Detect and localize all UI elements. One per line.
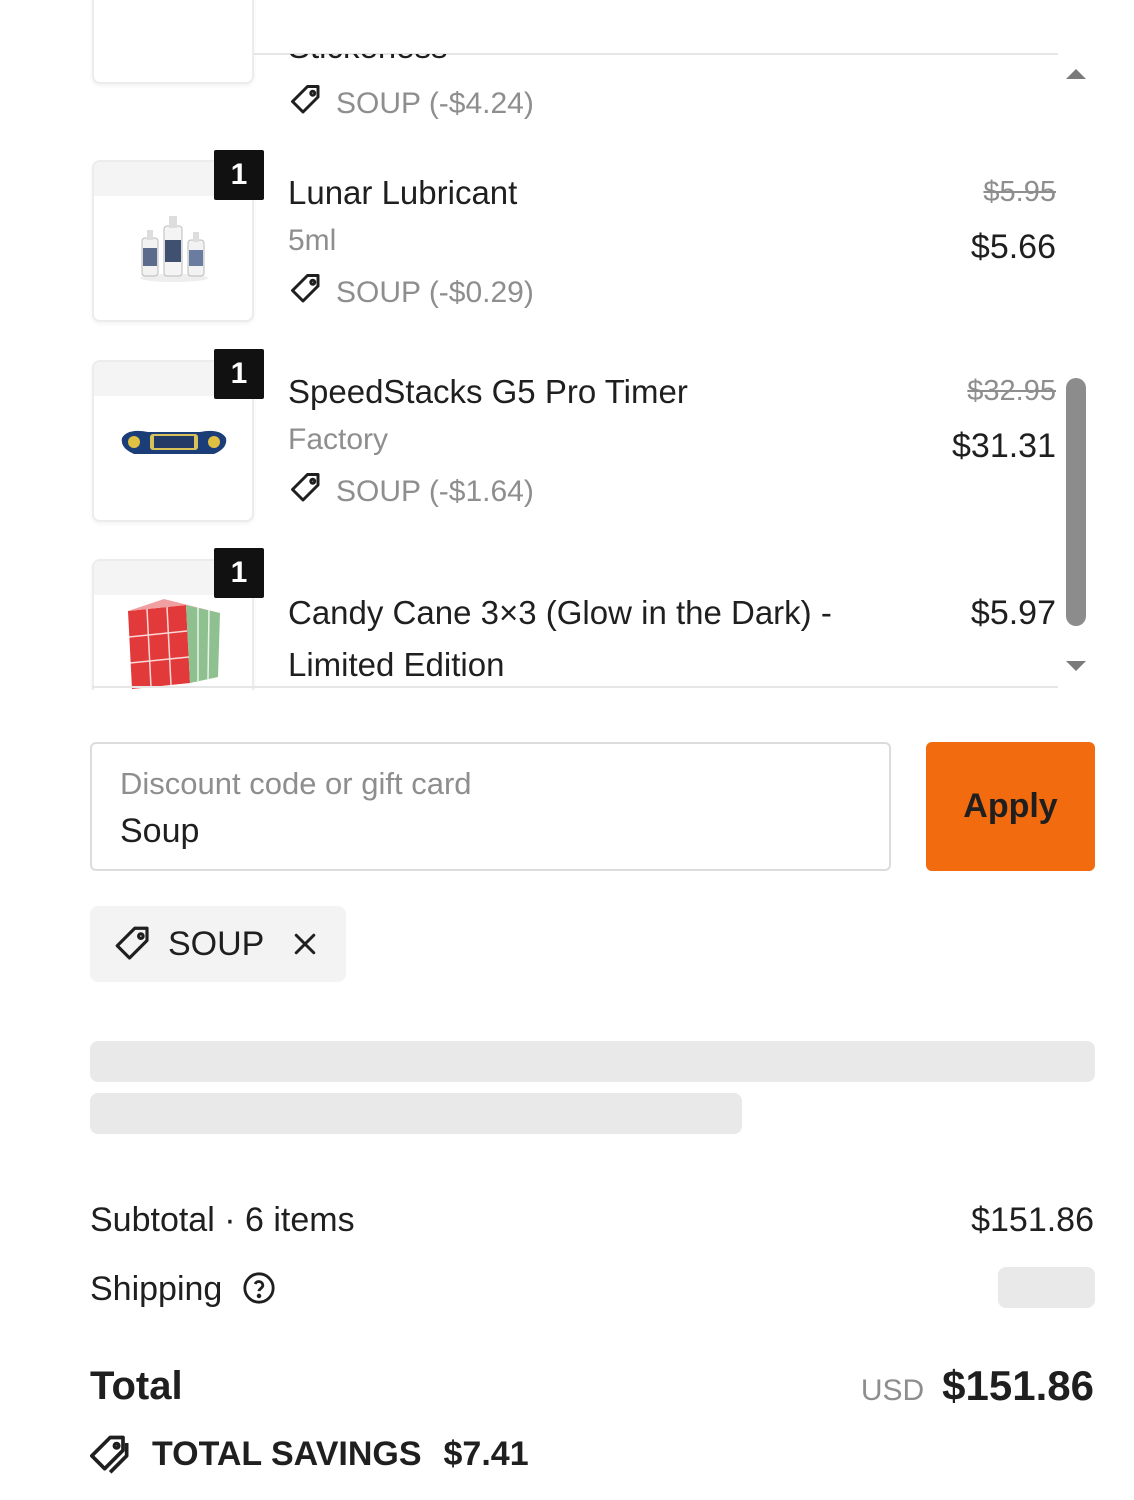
cube-image <box>128 599 220 689</box>
item-discount-label: SOUP (-$1.64) <box>336 475 534 508</box>
tag-icon <box>288 470 324 514</box>
scroll-up-arrow-icon[interactable] <box>1064 66 1088 82</box>
shipping-row: Shipping <box>90 1270 276 1309</box>
item-name: Stickerless <box>288 28 448 65</box>
help-icon[interactable] <box>242 1271 276 1305</box>
quantity-badge: 1 <box>214 349 264 399</box>
cart-item-list[interactable]: Stickerless SOUP (-$4.24) 1 Lunar Lubric… <box>0 0 1134 690</box>
total-value: $151.86 <box>942 1362 1094 1409</box>
item-name: Lunar Lubricant <box>288 174 518 211</box>
shipping-label: Shipping <box>90 1270 223 1308</box>
scrollbar-thumb[interactable] <box>1066 378 1086 626</box>
list-divider <box>92 686 1058 688</box>
tag-icon <box>112 923 154 965</box>
currency-code: USD <box>860 1374 925 1407</box>
savings-tag-icon <box>90 1432 134 1476</box>
savings-label: TOTAL SAVINGS <box>152 1434 422 1473</box>
applied-discount-chip: SOUP <box>90 906 346 982</box>
product-image-stickerless <box>92 0 254 84</box>
item-discount: SOUP (-$0.29) <box>288 271 534 315</box>
item-name: SpeedStacks G5 Pro Timer <box>288 373 688 410</box>
tag-icon <box>288 271 324 315</box>
lubricant-bottles-image <box>140 216 208 282</box>
loading-skeleton-bar <box>90 1041 1095 1082</box>
quantity-badge: 1 <box>214 150 264 200</box>
timer-image <box>121 430 227 454</box>
item-original-price: $5.95 <box>983 176 1056 208</box>
item-discount: SOUP (-$1.64) <box>288 470 534 514</box>
total-savings: TOTAL SAVINGS $7.41 <box>90 1432 529 1476</box>
item-name-line-1: Candy Cane 3×3 (Glow in the Dark) - <box>288 594 832 631</box>
loading-skeleton-bar <box>90 1093 742 1134</box>
item-discount-label: SOUP (-$0.29) <box>336 276 534 309</box>
total-amount: USD $151.86 <box>861 1362 1094 1410</box>
quantity-badge: 1 <box>214 548 264 598</box>
discount-field-value[interactable]: Soup <box>120 812 199 851</box>
item-price: $31.31 <box>952 427 1056 465</box>
item-price: $5.66 <box>970 228 1056 266</box>
shipping-value-skeleton <box>998 1267 1095 1308</box>
item-variant: Factory <box>288 423 389 456</box>
item-variant: 5ml <box>288 224 337 257</box>
apply-button[interactable]: Apply <box>926 742 1095 871</box>
subtotal-value: $151.86 <box>971 1201 1094 1239</box>
scroll-down-arrow-icon[interactable] <box>1064 658 1088 674</box>
applied-code-label: SOUP <box>168 924 265 963</box>
item-discount: SOUP (-$4.24) <box>288 82 534 126</box>
tag-icon <box>288 82 324 126</box>
discount-field-label: Discount code or gift card <box>120 766 472 801</box>
item-name-line-2: Limited Edition <box>288 646 505 683</box>
item-original-price: $32.95 <box>967 375 1056 407</box>
subtotal-label: Subtotal · 6 items <box>90 1201 355 1239</box>
remove-code-icon[interactable] <box>290 929 320 959</box>
discount-code-field[interactable]: Discount code or gift card Soup <box>90 742 891 871</box>
item-price: $5.97 <box>970 594 1056 632</box>
total-label: Total <box>90 1364 183 1408</box>
savings-value: $7.41 <box>443 1434 529 1473</box>
item-discount-label: SOUP (-$4.24) <box>336 87 534 120</box>
